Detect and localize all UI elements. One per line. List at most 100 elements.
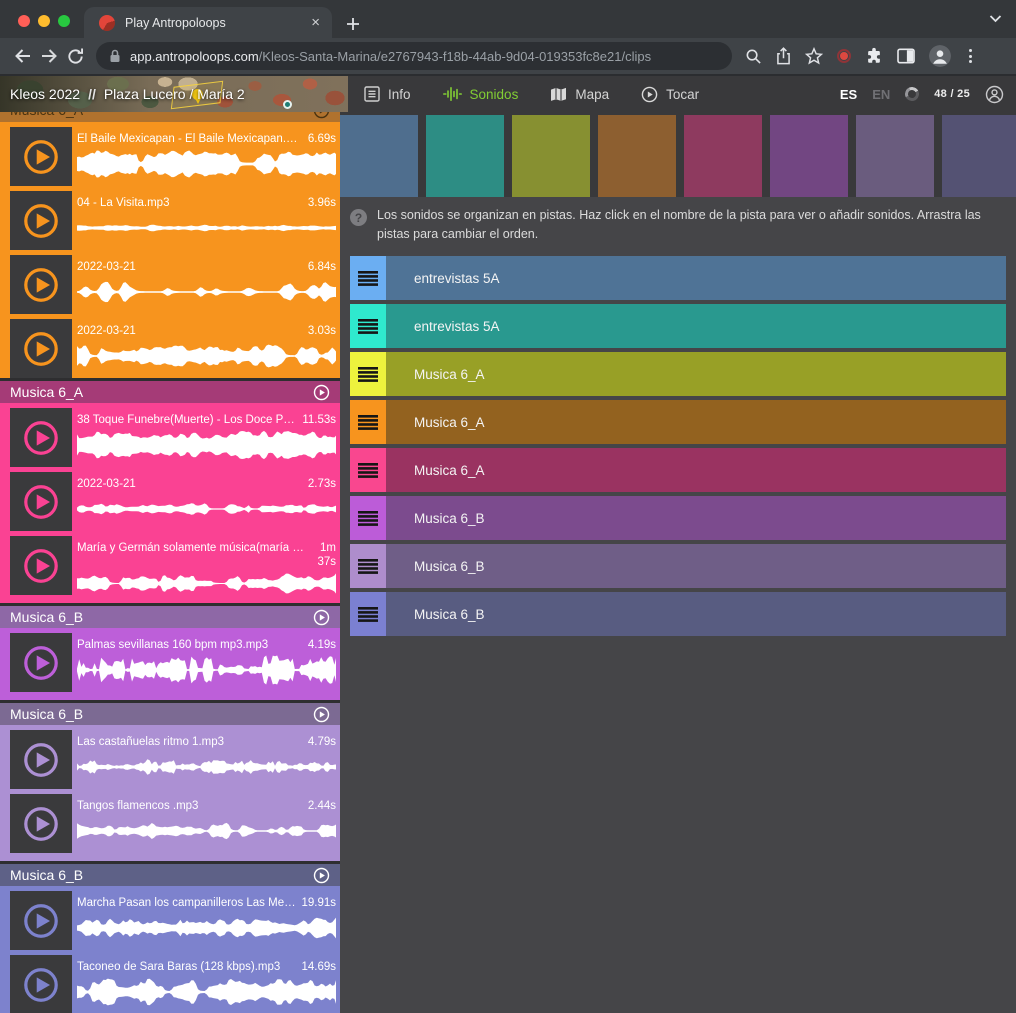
lock-icon[interactable] <box>109 49 121 63</box>
section-header[interactable]: Musica 6_B <box>0 703 340 725</box>
track-panel-swatch[interactable] <box>942 115 1016 197</box>
tab-title: Play Antropoloops <box>125 16 309 30</box>
track-panel-swatch[interactable] <box>598 115 676 197</box>
track-row[interactable]: Musica 6_B <box>350 592 1006 636</box>
address-bar[interactable]: app.antropoloops.com/Kleos-Santa-Marina/… <box>96 42 732 70</box>
side-panel-icon[interactable] <box>897 48 915 64</box>
track-row[interactable]: entrevistas 5A <box>350 256 1006 300</box>
browser-menu-icon[interactable] <box>965 49 976 63</box>
track-bar[interactable]: Musica 6_A <box>386 352 1006 396</box>
map-icon <box>550 87 567 102</box>
section-title: Musica 6_A <box>10 112 83 118</box>
share-icon[interactable] <box>776 47 791 65</box>
track-drag-handle[interactable] <box>350 304 386 348</box>
track-section: Musica 6_A El Baile Mexicapan - El Baile … <box>0 112 340 378</box>
track-bar[interactable]: entrevistas 5A <box>386 304 1006 348</box>
forward-button[interactable] <box>36 43 62 69</box>
track-drag-handle[interactable] <box>350 544 386 588</box>
track-row[interactable]: Musica 6_B <box>350 496 1006 540</box>
window-zoom-button[interactable] <box>58 15 70 27</box>
clip-play-button[interactable] <box>10 408 72 467</box>
section-header[interactable]: Musica 6_B <box>0 864 340 886</box>
clip-play-button[interactable] <box>10 536 72 595</box>
section-play-icon[interactable] <box>313 609 330 626</box>
track-panel-swatch[interactable] <box>340 115 418 197</box>
zoom-icon[interactable] <box>745 48 762 65</box>
track-panel-swatch[interactable] <box>770 115 848 197</box>
browser-tab[interactable]: Play Antropoloops × <box>84 7 332 38</box>
map-header[interactable]: Kleos 2022 // Plaza Lucero / María 2 <box>0 76 348 112</box>
track-drag-handle[interactable] <box>350 448 386 492</box>
account-icon[interactable] <box>985 85 1004 104</box>
url-path: /Kleos-Santa-Marina/e2767943-f18b-44ab-9… <box>259 49 651 64</box>
clip-play-button[interactable] <box>10 794 72 853</box>
track-drag-handle[interactable] <box>350 496 386 540</box>
track-row[interactable]: Musica 6_A <box>350 352 1006 396</box>
clip-waveform <box>77 213 336 243</box>
clip-duration: 3.96s <box>308 196 336 210</box>
back-button[interactable] <box>10 43 36 69</box>
new-tab-button[interactable] <box>346 17 360 31</box>
clip-play-button[interactable] <box>10 730 72 789</box>
section-header[interactable]: Musica 6_A <box>0 112 340 122</box>
window-minimize-button[interactable] <box>38 15 50 27</box>
clip-play-button[interactable] <box>10 191 72 250</box>
tab-search-chevron-icon[interactable] <box>989 14 1002 23</box>
clip-play-button[interactable] <box>10 891 72 950</box>
section-play-icon[interactable] <box>313 706 330 723</box>
nav-label: Mapa <box>575 87 609 102</box>
section-play-icon[interactable] <box>313 867 330 884</box>
track-bar[interactable]: Musica 6_A <box>386 400 1006 444</box>
track-panel-swatch[interactable] <box>426 115 504 197</box>
track-drag-handle[interactable] <box>350 592 386 636</box>
clip-play-button[interactable] <box>10 255 72 314</box>
track-section: Musica 6_A38 Toque Funebre(Muerte) - Los… <box>0 381 340 603</box>
bookmark-star-icon[interactable] <box>805 47 823 65</box>
track-bar[interactable]: Musica 6_A <box>386 448 1006 492</box>
track-name: Musica 6_B <box>414 511 485 526</box>
track-bar[interactable]: Musica 6_B <box>386 592 1006 636</box>
reload-button[interactable] <box>62 43 88 69</box>
nav-mapa[interactable]: Mapa <box>550 87 609 102</box>
clip-play-button[interactable] <box>10 127 72 186</box>
track-row[interactable]: entrevistas 5A <box>350 304 1006 348</box>
track-bar[interactable]: entrevistas 5A <box>386 256 1006 300</box>
section-header[interactable]: Musica 6_A <box>0 381 340 403</box>
clip-title: El Baile Mexicapan - El Baile Mexicapan.… <box>77 132 303 146</box>
track-row[interactable]: Musica 6_A <box>350 448 1006 492</box>
clip-play-button[interactable] <box>10 319 72 378</box>
extensions-puzzle-icon[interactable] <box>865 47 883 65</box>
track-section: Musica 6_BMarcha Pasan los campanilleros… <box>0 864 340 1013</box>
clip-row: 04 - La Visita.mp33.96s <box>0 191 340 250</box>
breadcrumb: Kleos 2022 // Plaza Lucero / María 2 <box>10 76 245 112</box>
loaded-counter: 48 / 25 <box>934 88 970 100</box>
track-row[interactable]: Musica 6_B <box>350 544 1006 588</box>
track-panel-swatch[interactable] <box>856 115 934 197</box>
clip-duration: 14.69s <box>301 960 336 974</box>
track-row[interactable]: Musica 6_A <box>350 400 1006 444</box>
clip-waveform <box>77 913 336 943</box>
recording-indicator-icon[interactable] <box>837 49 851 63</box>
clip-play-button[interactable] <box>10 633 72 692</box>
clip-play-button[interactable] <box>10 472 72 531</box>
language-en[interactable]: EN <box>872 87 890 102</box>
section-play-icon[interactable] <box>313 384 330 401</box>
track-drag-handle[interactable] <box>350 256 386 300</box>
clip-play-button[interactable] <box>10 955 72 1013</box>
profile-avatar[interactable] <box>929 45 951 67</box>
clip-row: Tangos flamencos .mp32.44s <box>0 794 340 853</box>
nav-info[interactable]: Info <box>364 86 411 102</box>
language-es[interactable]: ES <box>840 87 857 102</box>
nav-tocar[interactable]: Tocar <box>641 86 699 103</box>
section-header[interactable]: Musica 6_B <box>0 606 340 628</box>
track-bar[interactable]: Musica 6_B <box>386 496 1006 540</box>
tab-close-icon[interactable]: × <box>309 15 322 30</box>
section-play-icon[interactable] <box>313 112 330 119</box>
track-panel-swatch[interactable] <box>512 115 590 197</box>
track-drag-handle[interactable] <box>350 400 386 444</box>
window-close-button[interactable] <box>18 15 30 27</box>
nav-sonidos[interactable]: Sonidos <box>443 86 519 102</box>
track-panel-swatch[interactable] <box>684 115 762 197</box>
track-drag-handle[interactable] <box>350 352 386 396</box>
track-bar[interactable]: Musica 6_B <box>386 544 1006 588</box>
